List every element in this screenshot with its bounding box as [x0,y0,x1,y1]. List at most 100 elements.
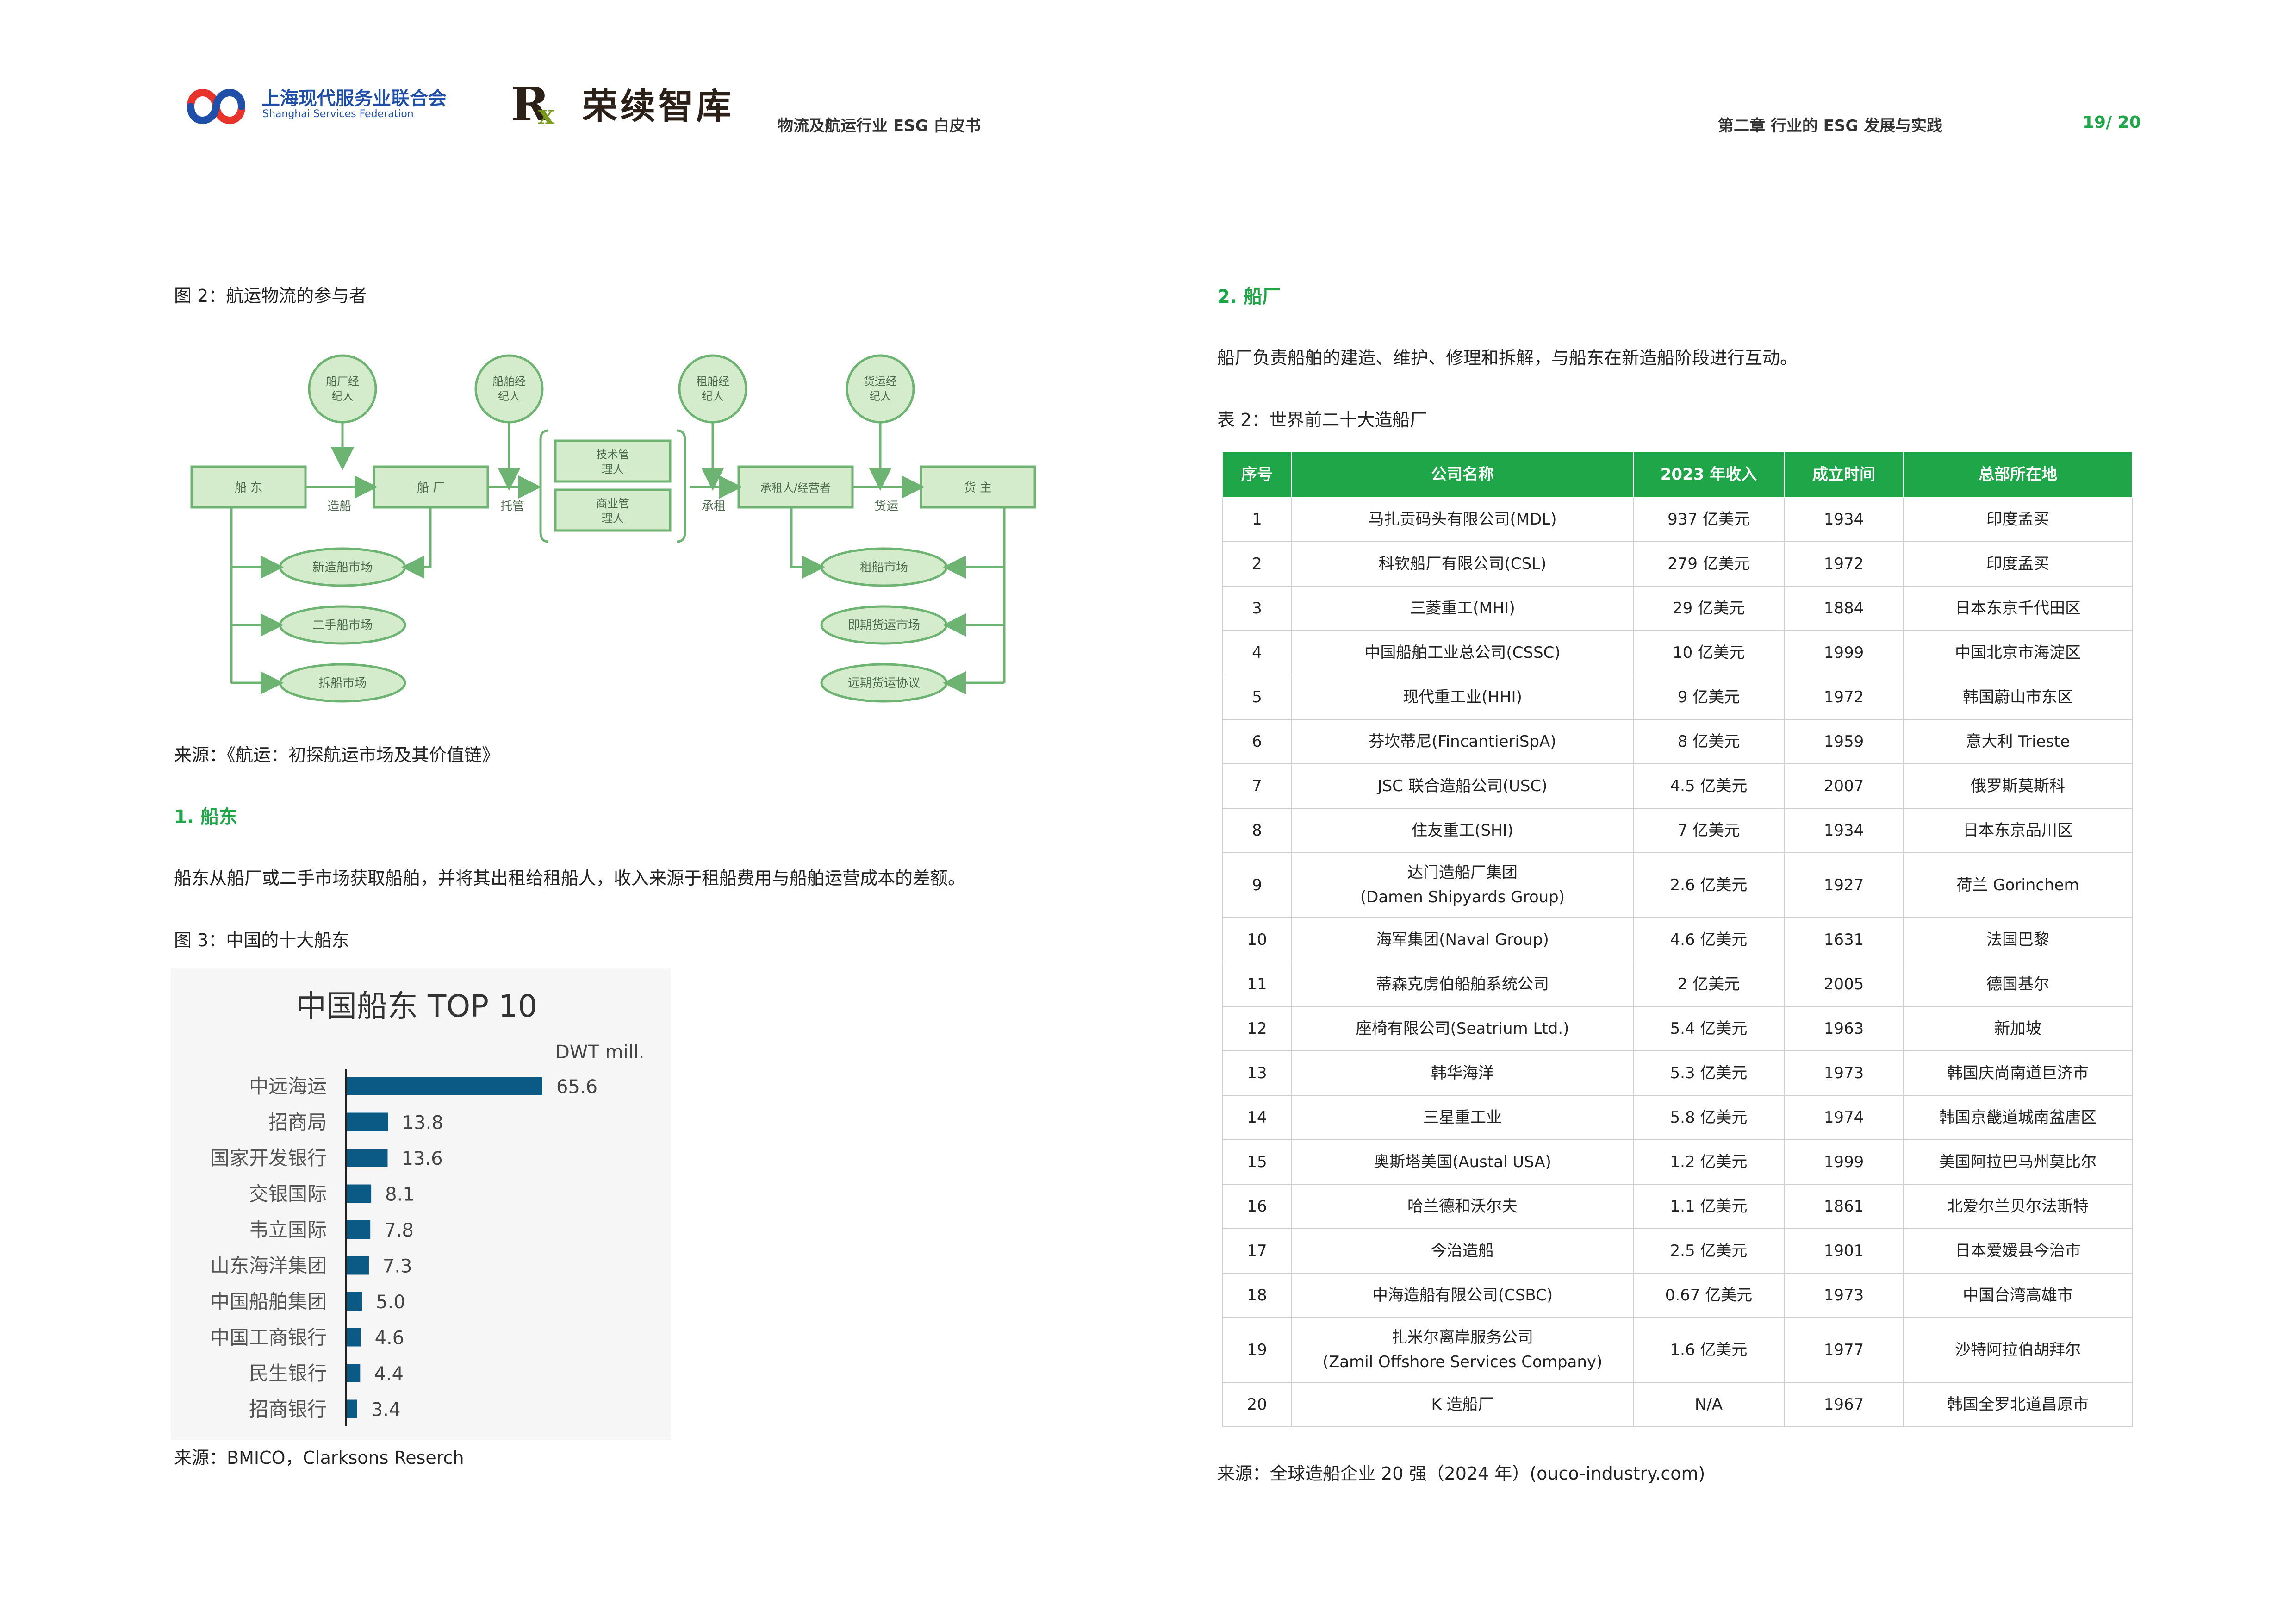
table-cell: 1967 [1784,1382,1904,1427]
table-cell: 海军集团(Naval Group) [1291,917,1634,962]
flow-label-charter: 承租 [702,500,726,513]
table-cell: 韩华海洋 [1291,1050,1634,1096]
table-cell: 9 亿美元 [1633,675,1785,720]
market-secondhand: 二手船市场 [312,618,373,632]
table-cell: 马扎贡码头有限公司(MDL) [1291,497,1634,542]
rongxu-logo-icon: R x [511,78,555,129]
table-cell: 18 [1222,1273,1292,1318]
table-cell: 日本东京品川区 [1903,808,2133,853]
table-row: 2 科钦船厂有限公司(CSL) 279 亿美元 1972 印度孟买 [1222,541,2133,587]
box-shipyard: 船 厂 [417,481,445,495]
chart-category-label: 招商银行 [249,1398,327,1421]
chart-category-label: 国家开发银行 [210,1147,327,1169]
table-cell: 现代重工业(HHI) [1291,675,1634,720]
table-cell: 1934 [1784,808,1904,853]
table-cell: 1 [1222,497,1292,542]
table-cell: 10 [1222,917,1292,962]
table-cell: 1.6 亿美元 [1633,1317,1785,1383]
chart-bar [347,1184,372,1203]
table-cell: 北爱尔兰贝尔法斯特 [1903,1184,2133,1229]
chart-value-label: 4.4 [374,1363,404,1385]
table-cell: 1999 [1784,1139,1904,1185]
shanghai-services-federation-logo-icon [187,89,245,124]
table-cell: 2.6 亿美元 [1633,852,1785,918]
table-cell: 7 亿美元 [1633,808,1785,853]
table-cell: 中国船舶工业总公司(CSSC) [1291,630,1634,675]
table-cell: 印度孟买 [1903,497,2133,542]
flow-label-freight: 货运 [874,500,898,513]
table-cell: 1974 [1784,1095,1904,1140]
table-cell: 意大利 Trieste [1903,719,2133,764]
table-cell: 德国基尔 [1903,962,2133,1007]
chart-value-label: 4.6 [375,1328,404,1349]
table-cell: 11 [1222,962,1292,1007]
chart-value-label: 3.4 [371,1399,401,1421]
table-source: 来源：全球造船企业 20 强（2024 年）(ouco-industry.com… [1217,1463,1705,1484]
table-cell: 5.8 亿美元 [1633,1095,1785,1140]
market-ffa: 远期货运协议 [848,676,920,690]
table-header-cell: 成立时间 [1784,451,1904,498]
fig2-source: 来源：《航运：初探航运市场及其价值链》 [174,745,500,765]
table-cell: 哈兰德和沃尔夫 [1291,1184,1634,1229]
page-number: 19/ 20 [2083,113,2141,132]
table-header-cell: 2023 年收入 [1633,451,1785,498]
table-cell: 1972 [1784,541,1904,587]
section2-heading: 2. 船厂 [1217,286,1281,307]
logo1-name-cn: 上海现代服务业联合会 [261,88,447,109]
table-row: 7 JSC 联合造船公司(USC) 4.5 亿美元 2007 俄罗斯莫斯科 [1222,763,2133,809]
table-cell: 韩国全罗北道昌原市 [1903,1382,2133,1427]
table-cell: 今治造船 [1291,1228,1634,1274]
table-cell: 新加坡 [1903,1006,2133,1051]
table-row: 16 哈兰德和沃尔夫 1.1 亿美元 1861 北爱尔兰贝尔法斯特 [1222,1184,2133,1229]
table-cell: 17 [1222,1228,1292,1274]
table-header-cell: 序号 [1222,451,1292,498]
table-cell: 8 [1222,808,1292,853]
table-cell: 日本东京千代田区 [1903,586,2133,631]
chart-value-label: 7.8 [384,1220,414,1241]
table-cell: 印度孟买 [1903,541,2133,587]
table-cell: 12 [1222,1006,1292,1051]
table-cell: 7 [1222,763,1292,809]
table-cell: 9 [1222,852,1292,918]
table-cell: 1934 [1784,497,1904,542]
table-cell: 1972 [1784,675,1904,720]
chart-value-label: 65.6 [556,1076,597,1098]
table-row: 3 三菱重工(MHI) 29 亿美元 1884 日本东京千代田区 [1222,586,2133,631]
top10-shipowners-chart: 中国船东 TOP 10 DWT mill. 中远海运 65.6 招商局 13.8 国家开… [171,968,671,1440]
chart-category-label: 中远海运 [249,1075,327,1098]
table-row: 6 芬坎蒂尼(FincantieriSpA) 8 亿美元 1959 意大利 Triest… [1222,719,2133,764]
table-cell: 中国台湾高雄市 [1903,1273,2133,1318]
chart-bar [347,1364,361,1382]
table-cell: 日本爱媛县今治市 [1903,1228,2133,1274]
table-cell: JSC 联合造船公司(USC) [1291,763,1634,809]
table-cell: 14 [1222,1095,1292,1140]
table-cell: 韩国庆尚南道巨济市 [1903,1050,2133,1096]
market-charter: 租船市场 [860,561,908,575]
table-cell: K 造船厂 [1291,1382,1634,1427]
table-row: 12 座椅有限公司(Seatrium Ltd.) 5.4 亿美元 1963 新加坡 [1222,1006,2133,1051]
fig3-source: 来源：BMICO，Clarksons Reserch [174,1448,464,1468]
table-cell: 3 [1222,586,1292,631]
table-row: 14 三星重工业 5.8 亿美元 1974 韩国京畿道城南盆唐区 [1222,1095,2133,1140]
table-cell: 4.6 亿美元 [1633,917,1785,962]
table-cell: 6 [1222,719,1292,764]
logo2-name-cn: 荣续智库 [582,86,734,127]
table-cell: 5.3 亿美元 [1633,1050,1785,1096]
table-row: 1 马扎贡码头有限公司(MDL) 937 亿美元 1934 印度孟买 [1222,497,2133,542]
table-cell: 1927 [1784,852,1904,918]
document-title: 物流及航运行业 ESG 白皮书 [778,117,981,135]
table-cell: 美国阿拉巴马州莫比尔 [1903,1139,2133,1185]
chart-value-label: 13.6 [401,1148,442,1169]
table-cell: 16 [1222,1184,1292,1229]
table-row: 4 中国船舶工业总公司(CSSC) 10 亿美元 1999 中国北京市海淀区 [1222,630,2133,675]
table-cell: 1.1 亿美元 [1633,1184,1785,1229]
table-row: 19 扎米尔离岸服务公司 (Zamil Offshore Services Com… [1222,1317,2133,1383]
logo1-name-en: Shanghai Services Federation [262,108,414,120]
table-cell: 座椅有限公司(Seatrium Ltd.) [1291,1006,1634,1051]
table-cell: 1861 [1784,1184,1904,1229]
table-cell: 三菱重工(MHI) [1291,586,1634,631]
table-cell: 韩国蔚山市东区 [1903,675,2133,720]
table-cell: 1631 [1784,917,1904,962]
chart-category-label: 民生银行 [249,1362,327,1385]
table-header-cell: 公司名称 [1291,451,1634,498]
